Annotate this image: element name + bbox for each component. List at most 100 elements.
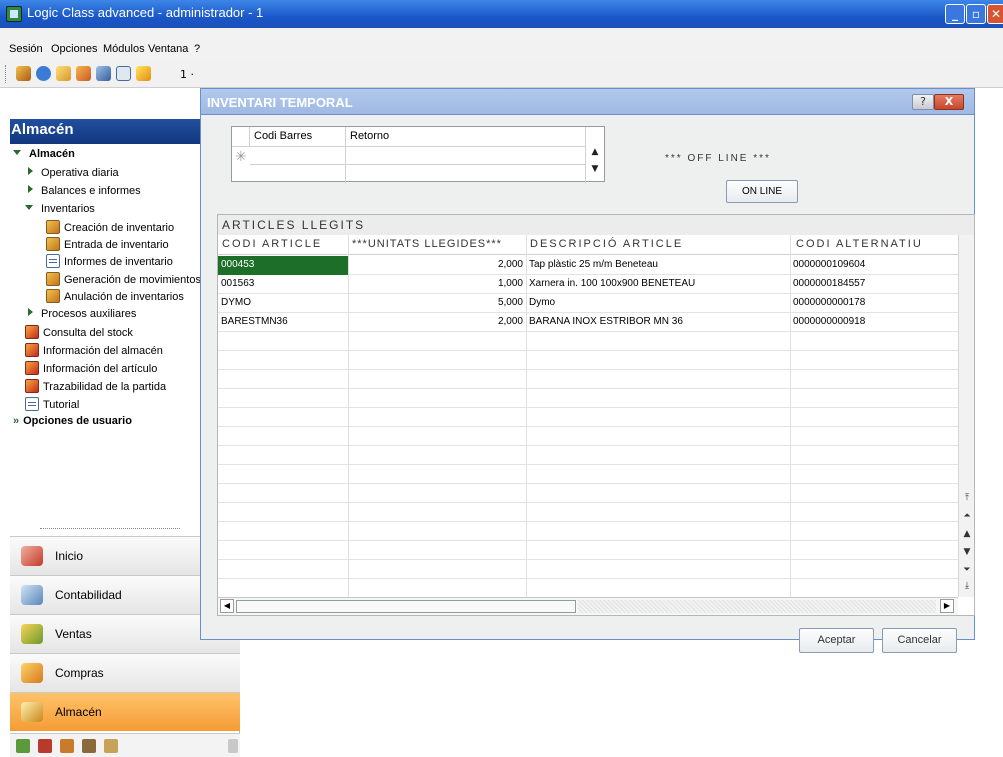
cell-unitats[interactable]: 1,000 [348,275,526,294]
accept-button[interactable]: Aceptar [799,628,874,653]
scroll-down-icon[interactable]: ▼ [961,547,973,563]
tree-anulacion-inventarios[interactable]: Anulación de inventarios [46,289,184,303]
cell-descripcio[interactable]: Xarnera in. 100 100x900 BENETEAU [526,275,790,294]
table-row-empty[interactable] [218,465,958,484]
cell-codi-article[interactable]: 001563 [218,275,348,294]
cell-codi-article[interactable]: 000453 [218,256,348,275]
table-row-empty[interactable] [218,446,958,465]
table-row-empty[interactable] [218,427,958,446]
cell-descripcio[interactable]: BARANA INOX ESTRIBOR MN 36 [526,313,790,332]
cell-unitats[interactable]: 2,000 [348,256,526,275]
tree-opciones-usuario[interactable]: » Opciones de usuario [13,415,132,427]
vertical-scrollbar[interactable]: ⤒ ⏶ ▲ ▼ ⏷ ⤓ [958,235,974,597]
books-shortcut-icon[interactable] [38,739,52,753]
horizontal-scroll-track[interactable] [578,600,936,613]
horizontal-scroll-thumb[interactable] [236,600,576,613]
mail-icon[interactable] [56,66,71,81]
users-icon[interactable] [16,66,31,81]
menu-ventana[interactable]: Ventana [148,43,188,55]
table-row-empty[interactable] [218,389,958,408]
cell-codi-alternatiu[interactable]: 0000000109604 [790,256,958,275]
tree-procesos-auxiliares[interactable]: Procesos auxiliares [25,307,136,320]
nav-almacen[interactable]: Almacén [10,692,240,731]
col-codi-article[interactable]: CODI ARTICLE [222,238,322,250]
horizontal-scrollbar[interactable]: ◀ ▶ [218,597,958,615]
cell-codi-alternatiu[interactable]: 0000000000918 [790,313,958,332]
network-shortcut-icon[interactable] [104,739,118,753]
menu-sesion[interactable]: Sesión [9,43,43,55]
scroll-up-icon[interactable]: ▲ [587,147,603,164]
col-header-retorno[interactable]: Retorno [346,127,586,147]
col-descripcio-article[interactable]: DESCRIPCIÓ ARTICLE [530,238,683,250]
table-row-empty[interactable] [218,484,958,503]
scroll-down-icon[interactable]: ▼ [587,164,603,181]
table-row-empty[interactable] [218,332,958,351]
menu-help[interactable]: ? [194,43,200,55]
table-row[interactable]: 000453 2,000 Tap plàstic 25 m/m Beneteau 00… [218,256,958,275]
cell-codi-article[interactable]: DYMO [218,294,348,313]
settings-shortcut-icon[interactable] [82,739,96,753]
tree-informacion-articulo[interactable]: Información del artículo [25,361,157,375]
menu-opciones[interactable]: Opciones [51,43,97,55]
scroll-up-icon[interactable]: ▲ [961,529,973,545]
close-window-button[interactable]: ✕ [987,4,1003,24]
tree-almacen[interactable]: Almacén [13,147,75,160]
scroll-page-down-icon[interactable]: ⏷ [961,565,973,581]
table-row[interactable]: BARESTMN36 2,000 BARANA INOX ESTRIBOR MN 3… [218,313,958,332]
tree-informacion-almacen[interactable]: Información del almacén [25,343,163,357]
cell-descripcio[interactable]: Tap plàstic 25 m/m Beneteau [526,256,790,275]
scroll-last-icon[interactable]: ⤓ [961,581,973,597]
tools-shortcut-icon[interactable] [60,739,74,753]
tree-inventarios[interactable]: Inventarios [25,202,95,215]
col-header-codi-barres[interactable]: Codi Barres [250,127,346,147]
tree-generacion-movimientos[interactable]: Generación de movimientos [46,272,201,286]
tree-informes-inventario[interactable]: Informes de inventario [46,254,173,268]
nav-compras[interactable]: Compras [10,653,240,692]
scroll-page-up-icon[interactable]: ⏶ [961,511,973,527]
table-row-empty[interactable] [218,560,958,579]
table-row-empty[interactable] [218,370,958,389]
tree-consulta-stock[interactable]: Consulta del stock [25,325,133,339]
col-codi-alternatiu[interactable]: CODI ALTERNATIU [796,238,923,250]
cell-codi-alternatiu[interactable]: 0000000184557 [790,275,958,294]
edit-icon[interactable] [76,66,91,81]
scroll-left-icon[interactable]: ◀ [220,599,234,613]
table-row[interactable]: DYMO 5,000 Dymo 0000000000178 [218,294,958,313]
barcode-input[interactable] [250,147,346,165]
sidebar-splitter[interactable] [40,528,180,532]
tree-operativa-diaria[interactable]: Operativa diaria [25,166,119,179]
cell-unitats[interactable]: 2,000 [348,313,526,332]
tree-balances-informes[interactable]: Balances e informes [25,184,141,197]
table-row-empty[interactable] [218,522,958,541]
close-dialog-button[interactable]: X [934,94,964,110]
tree-entrada-inventario[interactable]: Entrada de inventario [46,237,169,251]
tree-tutorial[interactable]: Tutorial [25,397,79,411]
cell-unitats[interactable]: 5,000 [348,294,526,313]
cancel-button[interactable]: Cancelar [882,628,957,653]
table-row-empty[interactable] [218,579,958,598]
grid-icon[interactable] [116,66,131,81]
cell-codi-article[interactable]: BARESTMN36 [218,313,348,332]
help-icon[interactable] [36,66,51,81]
cell-codi-alternatiu[interactable]: 0000000000178 [790,294,958,313]
table-row-empty[interactable] [218,408,958,427]
table-row-empty[interactable] [218,503,958,522]
users-shortcut-icon[interactable] [16,739,30,753]
table-row-empty[interactable] [218,541,958,560]
table-row-empty[interactable] [218,351,958,370]
scroll-first-icon[interactable]: ⤒ [961,493,973,509]
tree-trazabilidad-partida[interactable]: Trazabilidad de la partida [25,379,166,393]
table-row[interactable]: 001563 1,000 Xarnera in. 100 100x900 BENET… [218,275,958,294]
maximize-button[interactable]: ▫ [966,4,986,24]
retorno-input[interactable] [346,147,586,165]
col-unitats-llegides[interactable]: ***UNITATS LLEGIDES*** [352,238,502,250]
print-preview-icon[interactable] [96,66,111,81]
chevron-down-icon[interactable] [228,739,238,753]
favorites-icon[interactable] [136,66,151,81]
cell-descripcio[interactable]: Dymo [526,294,790,313]
help-button[interactable]: ? [912,94,934,110]
minimize-button[interactable]: _ [945,4,965,24]
menu-modulos[interactable]: Módulos [103,43,145,55]
toolbar-grip[interactable] [5,65,8,83]
scroll-right-icon[interactable]: ▶ [940,599,954,613]
